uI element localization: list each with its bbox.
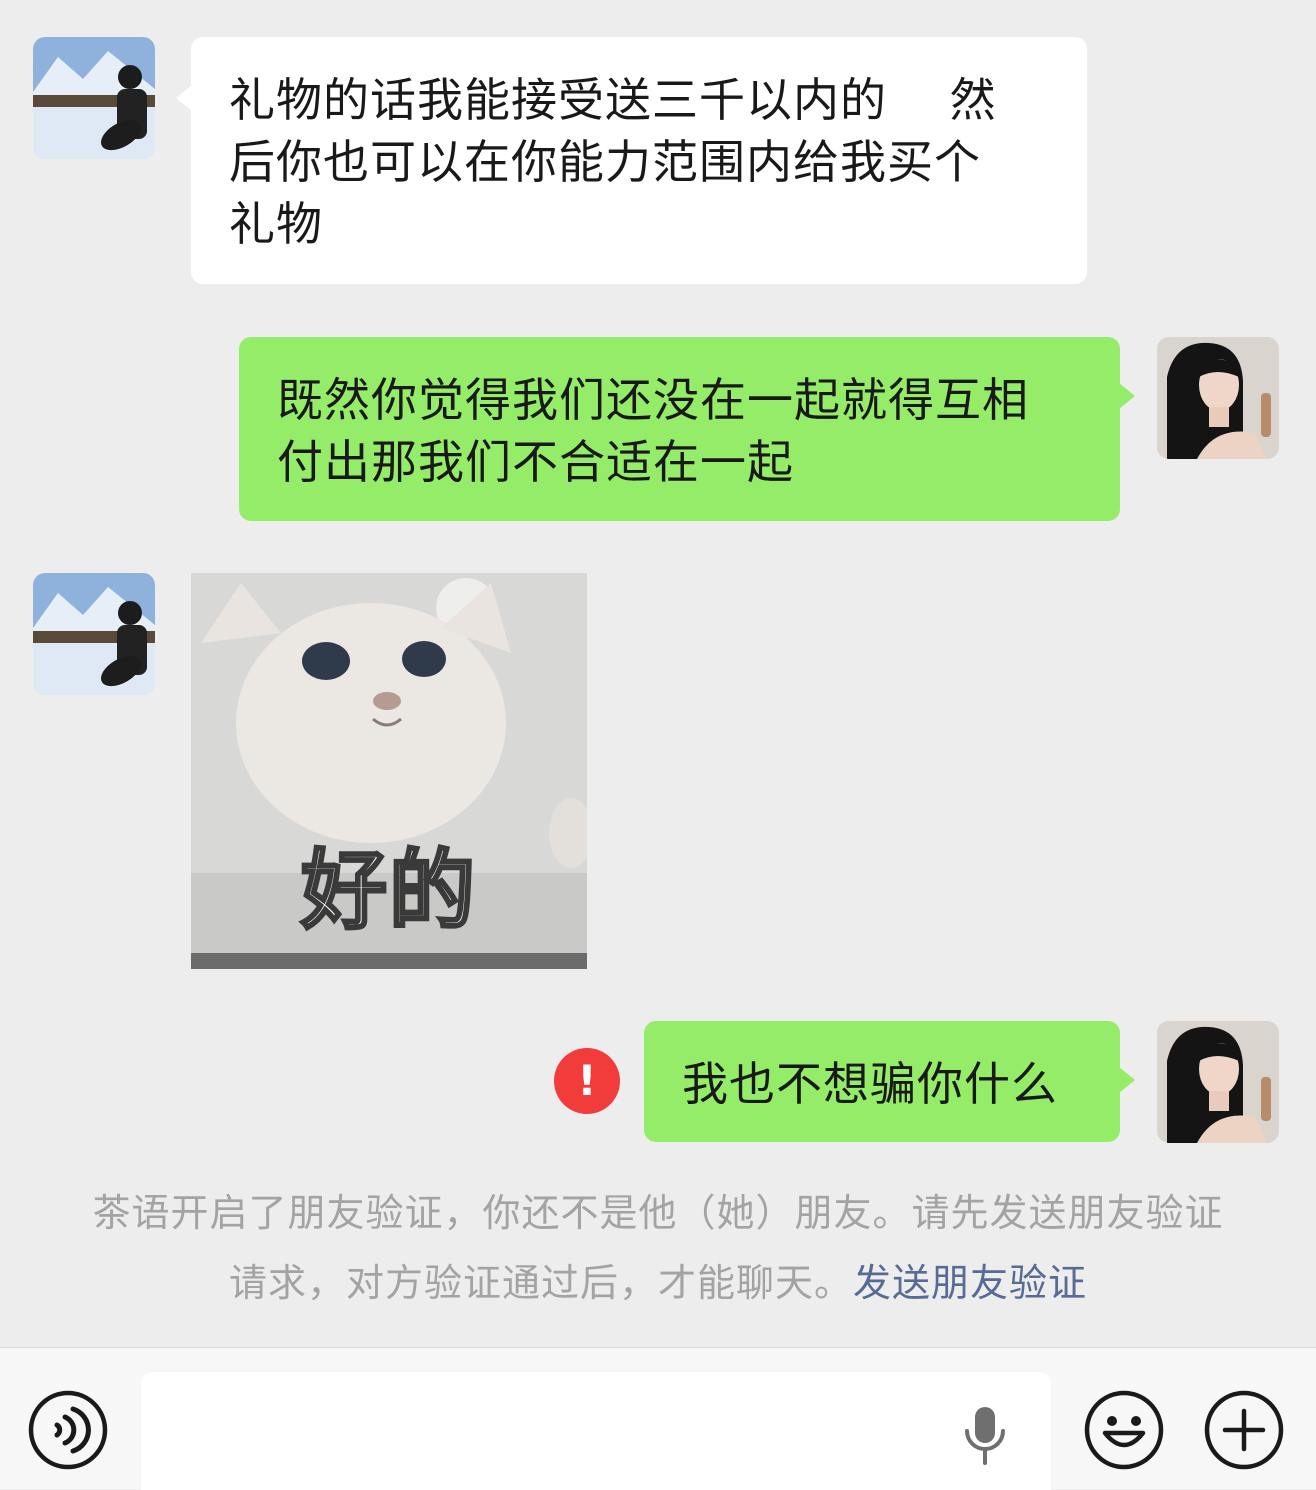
voice-icon[interactable]: [27, 1389, 109, 1471]
self-avatar[interactable]: [1157, 337, 1279, 459]
message-bubble-outgoing[interactable]: 我也不想骗你什么: [644, 1021, 1135, 1142]
emoji-icon[interactable]: [1083, 1389, 1165, 1471]
plus-icon[interactable]: [1203, 1389, 1285, 1471]
chat-area: 礼物的话我能接受送三千以内的 然 后你也可以在你能力范围内给我买个 礼物 既然你…: [0, 0, 1316, 1347]
contact-avatar[interactable]: [33, 37, 155, 159]
send-failed-icon[interactable]: !: [554, 1048, 620, 1114]
sticker-caption: 好的: [300, 840, 477, 943]
contact-avatar[interactable]: [33, 573, 155, 695]
message-input[interactable]: [141, 1372, 1051, 1490]
self-avatar[interactable]: [1157, 1021, 1279, 1143]
input-bar: [0, 1347, 1316, 1490]
message-bubble-incoming[interactable]: 礼物的话我能接受送三千以内的 然 后你也可以在你能力范围内给我买个 礼物: [176, 37, 1087, 284]
message-bubble-outgoing[interactable]: 既然你觉得我们还没在一起就得互相 付出那我们不合适在一起: [239, 337, 1135, 521]
send-friend-request-link[interactable]: 发送朋友验证: [853, 1261, 1087, 1305]
microphone-icon[interactable]: [962, 1405, 1008, 1467]
system-notice: 茶语开启了朋友验证，你还不是他（她）朋友。请先发送朋友验证请求，对方验证通过后，…: [90, 1178, 1226, 1318]
